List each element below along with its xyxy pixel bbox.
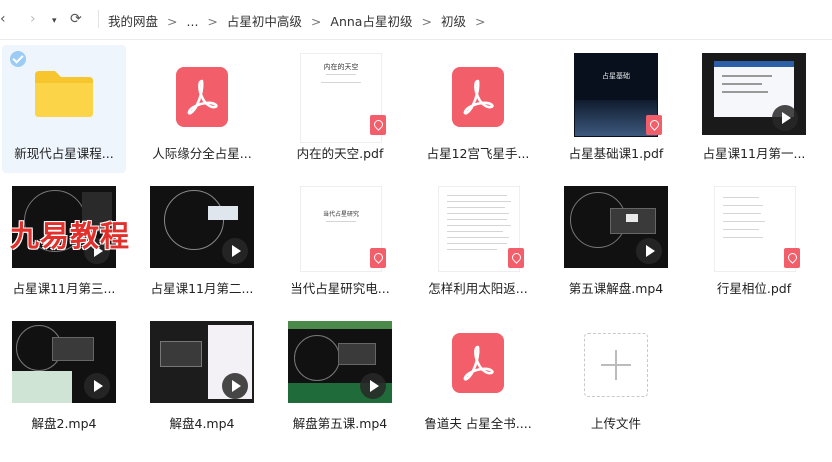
file-tile-pdf[interactable]: 占星基础 占星基础课1.pdf: [554, 45, 678, 173]
thumbnail-title: 当代占星研究: [322, 211, 359, 218]
history-dropdown-icon[interactable]: ▾: [52, 13, 57, 29]
pdf-badge-icon: [370, 115, 386, 135]
play-icon: [222, 373, 248, 399]
file-tile-video[interactable]: 占星课11月第二...: [140, 182, 264, 310]
breadcrumb-separator: >: [310, 14, 322, 29]
breadcrumb-item-current[interactable]: 初级: [441, 11, 466, 30]
top-toolbar: ‹ › ▾ ⟳ 我的网盘 >... > 占星初中高级 > Anna占星初级 > 初级 >: [0, 0, 832, 40]
file-name[interactable]: 当代占星研究电...: [270, 278, 410, 297]
file-name[interactable]: 占星基础课1.pdf: [546, 143, 686, 162]
folder-icon: [35, 71, 93, 117]
file-name[interactable]: 第五课解盘.mp4: [546, 278, 686, 297]
file-tile-video[interactable]: 解盘第五课.mp4: [278, 317, 402, 445]
file-name[interactable]: 怎样利用太阳返...: [408, 278, 548, 297]
breadcrumb-item-ellipsis[interactable]: ...: [187, 14, 199, 29]
breadcrumb: 我的网盘 >... > 占星初中高级 > Anna占星初级 > 初级 >: [108, 11, 494, 30]
file-name[interactable]: 占星课11月第一...: [684, 143, 824, 162]
file-name[interactable]: 占星课11月第三...: [0, 278, 134, 297]
file-name[interactable]: 占星12宫飞星手...: [408, 143, 548, 162]
file-tile-video[interactable]: 占星课11月第一...: [692, 45, 816, 173]
file-tile-pdf[interactable]: 人际缘分全占星...: [140, 45, 264, 173]
upload-label[interactable]: 上传文件: [546, 413, 686, 432]
toolbar-divider: [98, 10, 99, 28]
breadcrumb-item-anna[interactable]: Anna占星初级: [330, 11, 412, 30]
play-icon: [222, 238, 248, 264]
file-name[interactable]: 人际缘分全占星...: [132, 143, 272, 162]
pdf-icon: [452, 67, 504, 127]
breadcrumb-separator: >: [421, 14, 432, 29]
file-name[interactable]: 解盘2.mp4: [0, 413, 134, 432]
breadcrumb-separator: >: [474, 14, 486, 29]
play-icon: [84, 373, 110, 399]
thumbnail-title: 内在的天空: [323, 63, 359, 71]
watermark-text: 九易教程: [10, 219, 131, 253]
file-tile-pdf[interactable]: 怎样利用太阳返...: [416, 182, 540, 310]
file-tile-video[interactable]: 第五课解盘.mp4: [554, 182, 678, 310]
file-tile-pdf[interactable]: 行星相位.pdf: [692, 182, 816, 310]
file-name[interactable]: 行星相位.pdf: [684, 278, 824, 297]
play-icon: [360, 373, 386, 399]
pdf-badge-icon: [646, 115, 662, 135]
file-tile-folder[interactable]: 新现代占星课程...: [2, 45, 126, 173]
pdf-badge-icon: [784, 248, 800, 268]
breadcrumb-separator: >: [167, 14, 178, 29]
pdf-icon: [452, 333, 504, 393]
upload-plus-icon[interactable]: [584, 333, 648, 397]
file-tile-pdf[interactable]: 鲁道夫 占星全书....: [416, 317, 540, 445]
file-name[interactable]: 内在的天空.pdf: [270, 143, 410, 162]
file-name[interactable]: 新现代占星课程...: [0, 143, 134, 162]
pdf-badge-icon: [508, 248, 524, 268]
breadcrumb-item-root[interactable]: 我的网盘: [108, 11, 158, 30]
thumbnail-title: 占星基础: [602, 72, 630, 80]
refresh-icon[interactable]: ⟳: [70, 11, 82, 27]
file-tile-pdf[interactable]: 当代占星研究 当代占星研究电...: [278, 182, 402, 310]
file-name[interactable]: 解盘4.mp4: [132, 413, 272, 432]
breadcrumb-separator: >: [207, 14, 218, 29]
back-icon[interactable]: ‹: [0, 11, 6, 27]
file-name[interactable]: 解盘第五课.mp4: [270, 413, 410, 432]
pdf-icon: [176, 67, 228, 127]
forward-icon[interactable]: ›: [30, 11, 36, 27]
file-name[interactable]: 鲁道夫 占星全书....: [408, 413, 548, 432]
play-icon: [772, 105, 798, 131]
breadcrumb-item-level[interactable]: 占星初中高级: [227, 11, 302, 30]
file-name[interactable]: 占星课11月第二...: [132, 278, 272, 297]
upload-tile[interactable]: 上传文件: [554, 317, 678, 445]
file-tile-pdf[interactable]: 内在的天空 内在的天空.pdf: [278, 45, 402, 173]
pdf-badge-icon: [370, 248, 386, 268]
selected-check-icon[interactable]: [10, 51, 26, 67]
file-tile-video[interactable]: 解盘4.mp4: [140, 317, 264, 445]
play-icon: [636, 238, 662, 264]
file-tile-pdf[interactable]: 占星12宫飞星手...: [416, 45, 540, 173]
file-tile-video[interactable]: 解盘2.mp4: [2, 317, 126, 445]
